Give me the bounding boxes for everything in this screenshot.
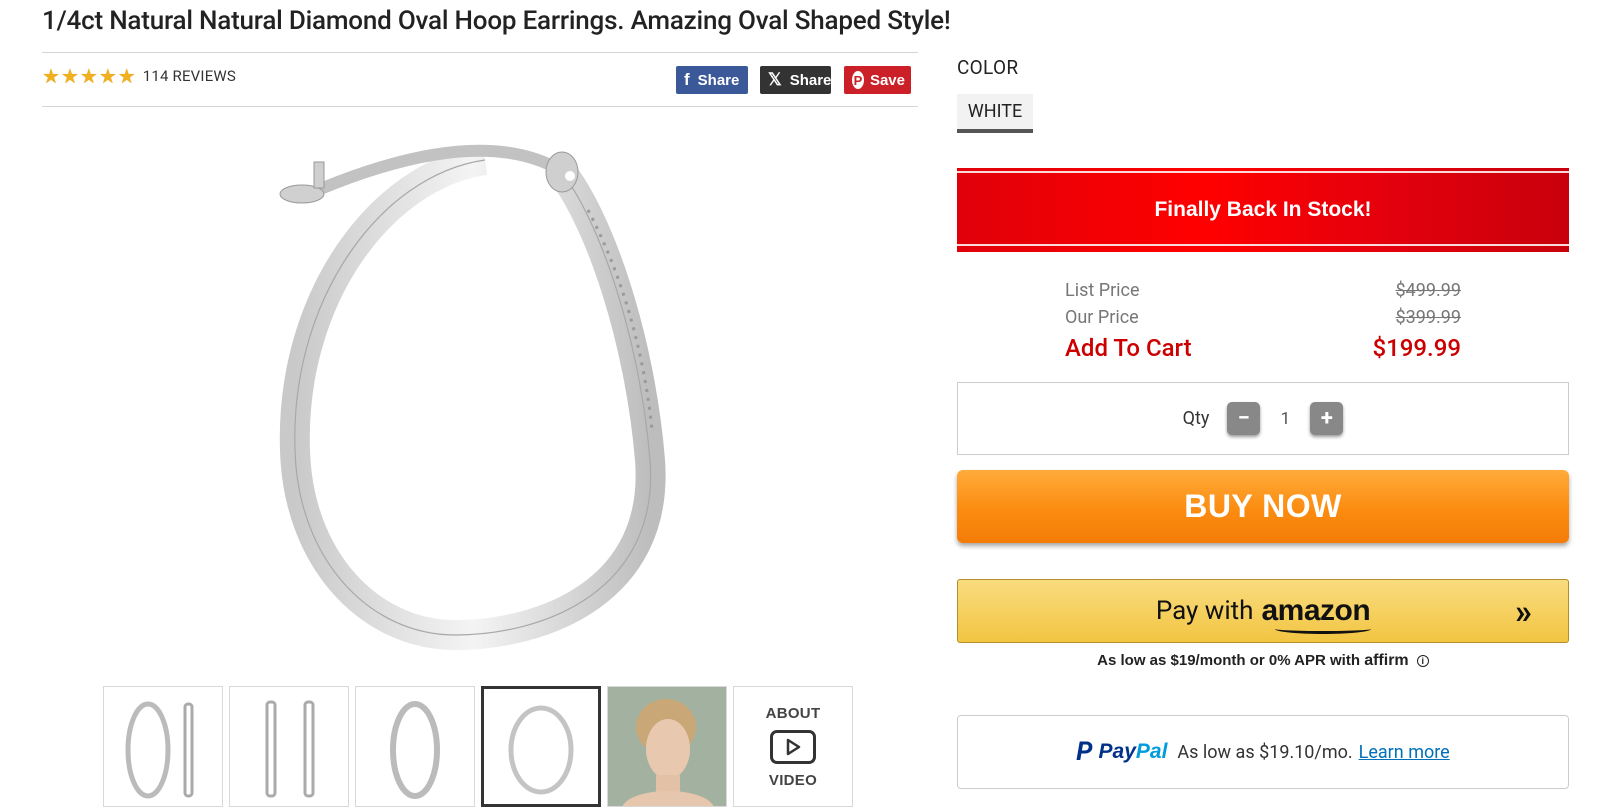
thumbnail[interactable]	[103, 686, 223, 807]
star-icon: ★	[79, 64, 98, 88]
reviews-link[interactable]: 114 REVIEWS	[143, 67, 236, 85]
star-rating: ★ ★ ★ ★ ★	[42, 66, 136, 86]
pinterest-icon: P	[852, 71, 864, 89]
paypal-brand-part2: Pal	[1135, 740, 1168, 763]
divider	[42, 52, 918, 53]
list-price-label: List Price	[1065, 280, 1140, 301]
hoop-earring-image	[279, 144, 666, 651]
pinterest-save-label: Save	[869, 71, 905, 89]
sale-price-value: $199.99	[1372, 334, 1461, 362]
earring-front-thumbnail	[508, 705, 574, 794]
earring-pair-thumbnail	[125, 701, 194, 798]
product-title: 1/4ct Natural Natural Diamond Oval Hoop …	[42, 6, 951, 36]
amazon-logo: amazon	[1261, 594, 1372, 634]
facebook-icon: f	[684, 70, 690, 89]
stock-banner-text: Finally Back In Stock!	[1154, 198, 1372, 221]
stock-banner: Finally Back In Stock!	[957, 168, 1569, 252]
thumbnail-active[interactable]	[481, 686, 601, 807]
divider	[42, 106, 918, 107]
paypal-logo: Pay Pal	[1099, 740, 1168, 764]
our-price-row: Our Price $399.99	[1065, 307, 1461, 328]
color-option-white[interactable]: WHITE	[957, 94, 1033, 133]
facebook-share-label: Share	[697, 71, 740, 89]
buy-now-button[interactable]: BUY NOW	[957, 470, 1569, 543]
x-share-button[interactable]: 𝕏 Share	[760, 66, 831, 94]
cart-price-row: Add To Cart $199.99	[1065, 334, 1461, 362]
qty-label: Qty	[1182, 408, 1210, 429]
chevron-right-icon: »	[1515, 592, 1532, 632]
info-icon[interactable]: i	[1416, 655, 1429, 667]
earring-side-thumbnail	[265, 700, 315, 797]
star-icon: ★	[42, 64, 60, 88]
qty-minus-button[interactable]: −	[1227, 402, 1261, 435]
qty-input[interactable]: 1	[1260, 409, 1310, 429]
learn-more-link[interactable]: Learn more	[1359, 742, 1450, 763]
paypal-icon: P	[1076, 737, 1093, 767]
add-to-cart-label: Add To Cart	[1065, 334, 1192, 362]
star-icon: ★	[60, 64, 79, 88]
thumbnail-model[interactable]	[607, 686, 727, 807]
amazon-pay-prefix: Pay with	[1155, 596, 1254, 626]
paypal-financing: P Pay Pal As low as $19.10/mo. Learn more	[957, 715, 1569, 789]
thumbnail-strip: ABOUT VIDEO	[103, 686, 853, 807]
about-video-button[interactable]: ABOUT VIDEO	[733, 686, 853, 807]
our-price-value: $399.99	[1395, 307, 1461, 328]
color-label: COLOR	[957, 56, 1019, 79]
qty-plus-button[interactable]: +	[1310, 402, 1344, 435]
buy-now-label: BUY NOW	[1184, 488, 1342, 524]
our-price-label: Our Price	[1065, 307, 1139, 328]
facebook-share-button[interactable]: f Share	[676, 66, 748, 94]
list-price-row: List Price $499.99	[1065, 280, 1461, 301]
video-label-top: ABOUT	[765, 704, 821, 722]
model-thumbnail	[608, 687, 726, 806]
star-icon: ★	[98, 64, 117, 88]
pinterest-save-button[interactable]: P Save	[844, 66, 911, 94]
affirm-logo: affirm	[1364, 652, 1409, 669]
rating[interactable]: ★ ★ ★ ★ ★ 114 REVIEWS	[42, 66, 236, 86]
list-price-value: $499.99	[1395, 280, 1461, 301]
quantity-stepper: Qty − 1 +	[957, 382, 1569, 455]
play-icon	[770, 729, 816, 764]
amazon-brand: amazon	[1261, 594, 1371, 627]
x-share-label: Share	[789, 71, 832, 89]
star-icon: ★	[117, 64, 136, 88]
main-product-image[interactable]	[270, 130, 690, 660]
paypal-text: As low as $19.10/mo.	[1177, 741, 1353, 763]
earring-angle-thumbnail	[390, 700, 440, 799]
thumbnail[interactable]	[355, 686, 475, 807]
affirm-financing[interactable]: As low as $19/month or 0% APR with affir…	[957, 652, 1569, 670]
x-icon: 𝕏	[768, 70, 782, 89]
thumbnail[interactable]	[229, 686, 349, 807]
amazon-smile-icon	[1275, 624, 1372, 634]
paypal-brand-part1: Pay	[1098, 740, 1136, 763]
video-label-bottom: VIDEO	[768, 771, 818, 789]
affirm-text: As low as $19/month or 0% APR with	[1097, 652, 1361, 669]
amazon-pay-button[interactable]: Pay with amazon »	[957, 579, 1569, 643]
